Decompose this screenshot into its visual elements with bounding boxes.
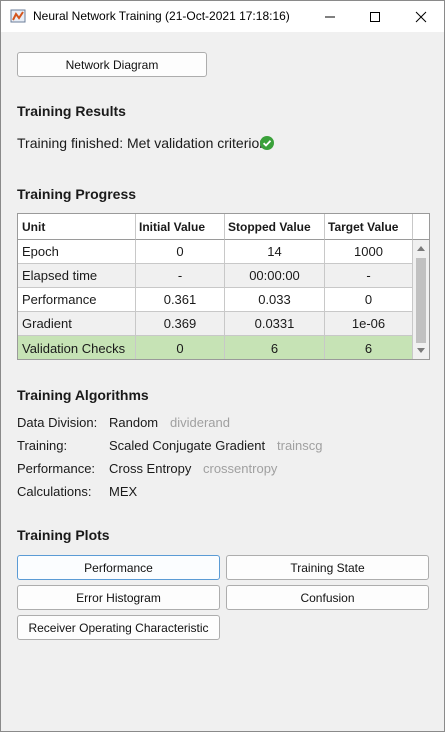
title-bar: Neural Network Training (21-Oct-2021 17:… [1,1,444,32]
table-cell: Gradient [18,312,136,336]
training-results-heading: Training Results [17,103,126,119]
algorithm-value: Random [109,415,159,430]
table-cell: 0.033 [225,288,325,312]
maximize-icon [369,11,380,22]
network-diagram-button[interactable]: Network Diagram [17,52,207,77]
table-cell: 6 [325,336,413,359]
algorithm-function-link[interactable]: crossentropy [203,461,277,476]
check-circle-icon [260,136,274,150]
plot-training-state-button[interactable]: Training State [226,555,429,580]
training-status-text: Training finished: Met validation criter… [17,135,268,151]
algorithm-label: Performance: [17,461,96,476]
algorithm-label: Calculations: [17,484,92,499]
table-cell: Performance [18,288,136,312]
table-cell: - [325,264,413,288]
algorithm-value: Cross Entropy [109,461,192,476]
column-header-initial-value: Initial Value [136,214,225,240]
close-button[interactable] [398,1,443,32]
algorithm-function-link[interactable]: trainscg [277,438,323,453]
app-window: Neural Network Training (21-Oct-2021 17:… [0,0,445,732]
column-header-stopped-value: Stopped Value [225,214,325,240]
training-algorithms-heading: Training Algorithms [17,387,149,403]
close-icon [415,11,426,22]
table-cell: 0 [325,288,413,312]
plot-error-histogram-button[interactable]: Error Histogram [17,585,220,610]
progress-table: Unit Initial Value Stopped Value Target … [17,213,430,360]
table-cell: Epoch [18,240,136,264]
table-cell: 0.361 [136,288,225,312]
table-cell: 14 [225,240,325,264]
column-header-unit: Unit [18,214,136,240]
minimize-button[interactable] [307,1,352,32]
training-plots-heading: Training Plots [17,527,110,543]
table-cell: 00:00:00 [225,264,325,288]
table-cell: 0 [136,336,225,359]
plot-performance-button[interactable]: Performance [17,555,220,580]
table-cell: 0 [136,240,225,264]
matlab-app-icon [10,9,26,23]
column-header-target-value: Target Value [325,214,413,240]
table-cell: Elapsed time [18,264,136,288]
plot-confusion-button[interactable]: Confusion [226,585,429,610]
table-cell: - [136,264,225,288]
scroll-up-arrow-icon[interactable] [417,245,425,251]
algorithm-value: Scaled Conjugate Gradient [109,438,266,453]
algorithm-value: MEX [109,484,138,499]
window-title: Neural Network Training (21-Oct-2021 17:… [33,9,290,23]
scrollbar-thumb[interactable] [416,258,426,343]
scroll-down-arrow-icon[interactable] [417,348,425,354]
table-scrollbar[interactable] [413,214,429,359]
maximize-button[interactable] [352,1,397,32]
minimize-icon [324,16,335,17]
table-cell: Validation Checks [18,336,136,359]
algorithm-label: Data Division: [17,415,98,430]
table-cell: 0.369 [136,312,225,336]
table-cell: 0.0331 [225,312,325,336]
table-cell: 6 [225,336,325,359]
training-progress-heading: Training Progress [17,186,137,202]
algorithm-label: Training: [17,438,68,453]
table-cell: 1000 [325,240,413,264]
scrollbar-header-spacer [413,214,429,240]
plot-roc-button[interactable]: Receiver Operating Characteristic [17,615,220,640]
algorithm-function-link[interactable]: dividerand [170,415,230,430]
table-cell: 1e-06 [325,312,413,336]
